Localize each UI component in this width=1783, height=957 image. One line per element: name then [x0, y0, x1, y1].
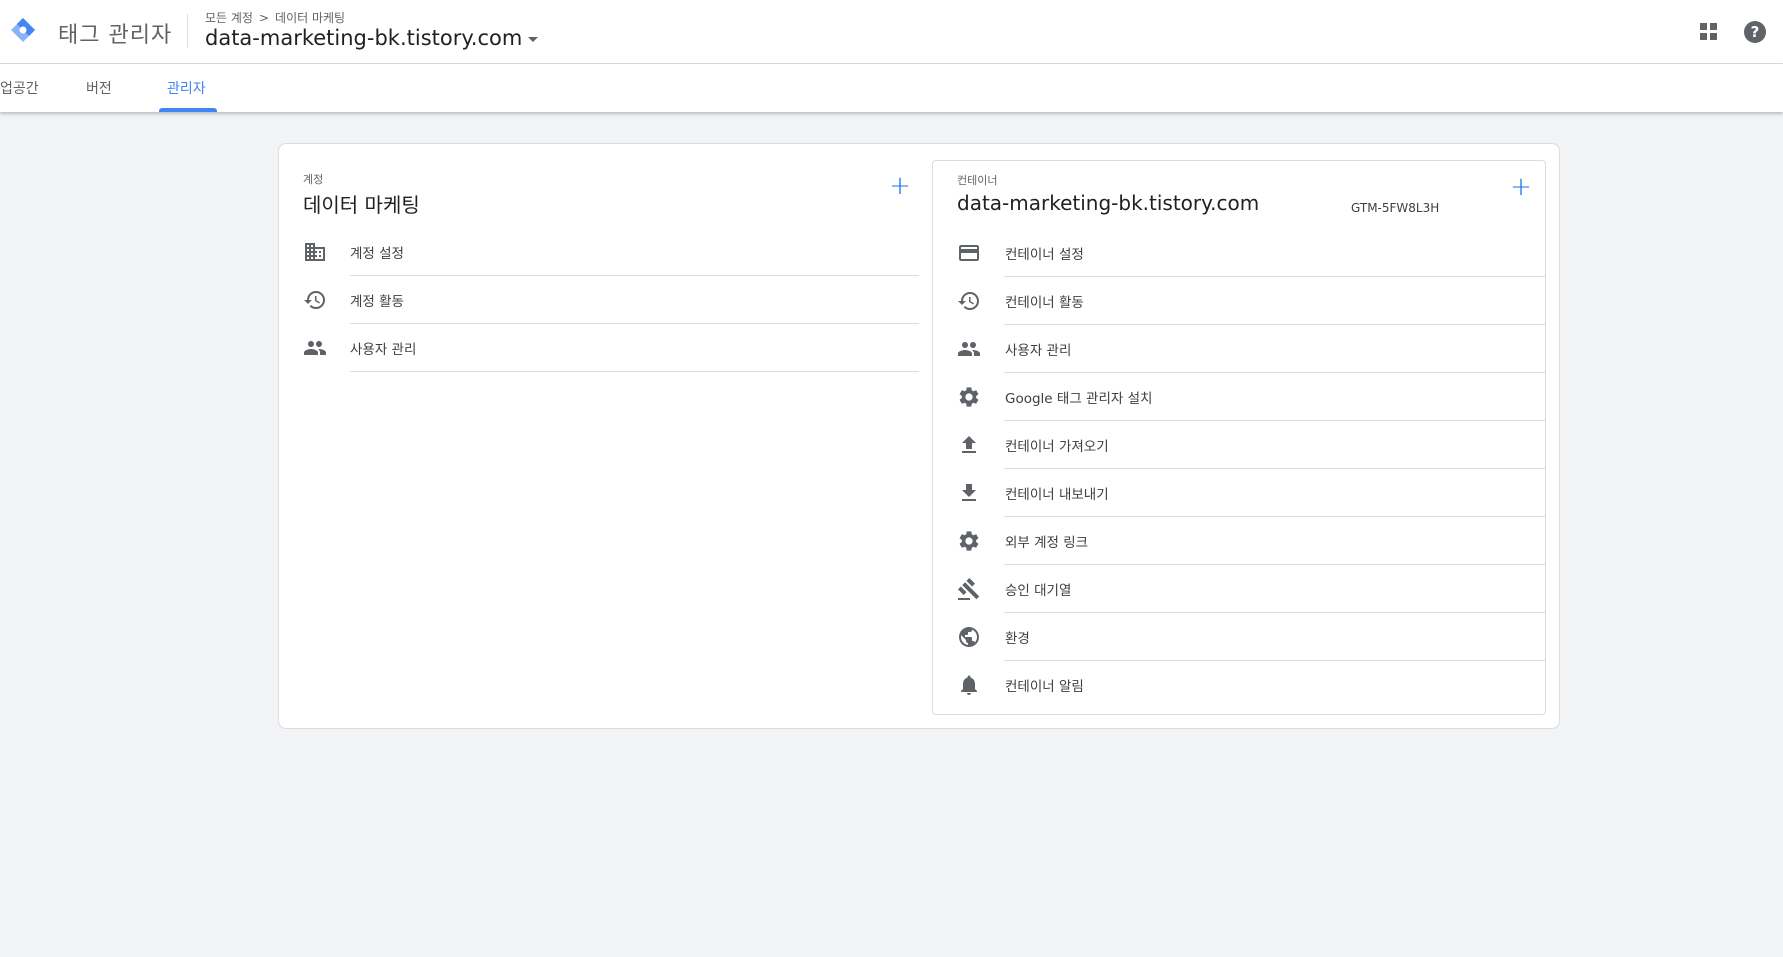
menu-item-label: 컨테이너 활동	[1005, 295, 1084, 311]
gear-icon	[957, 385, 981, 409]
breadcrumb: 모든 계정 > 데이터 마케팅	[205, 9, 345, 26]
menu-item-label: 컨테이너 설정	[1005, 247, 1084, 263]
help-icon[interactable]: ?	[1744, 21, 1766, 43]
menu-item-account-activity[interactable]: 계정 활동	[303, 276, 919, 324]
tab-versions[interactable]: 버전	[86, 78, 112, 98]
menu-item-container-user-management[interactable]: 사용자 관리	[933, 325, 1545, 373]
menu-item-approval-queue[interactable]: 승인 대기열	[933, 565, 1545, 613]
people-icon	[957, 337, 981, 361]
active-tab-indicator	[159, 108, 217, 112]
upload-icon	[957, 433, 981, 457]
apps-grid-icon[interactable]	[1700, 23, 1718, 41]
tab-admin[interactable]: 관리자	[167, 78, 206, 98]
menu-item-label: 계정 활동	[350, 294, 404, 310]
menu-item-container-settings[interactable]: 컨테이너 설정	[933, 229, 1545, 277]
building-icon	[303, 240, 327, 264]
gear-icon	[957, 529, 981, 553]
menu-item-export-container[interactable]: 컨테이너 내보내기	[933, 469, 1545, 517]
menu-item-external-account-links[interactable]: 외부 계정 링크	[933, 517, 1545, 565]
menu-item-label: 환경	[1005, 631, 1030, 647]
menu-item-user-management[interactable]: 사용자 관리	[303, 324, 919, 372]
container-column: 컨테이너 data-marketing-bk.tistory.com GTM-5…	[932, 160, 1546, 715]
menu-item-label: 사용자 관리	[1005, 343, 1072, 359]
account-section-label: 계정	[303, 173, 324, 186]
menu-item-install-gtm[interactable]: Google 태그 관리자 설치	[933, 373, 1545, 421]
container-selector[interactable]: data-marketing-bk.tistory.com	[205, 26, 539, 50]
history-icon	[303, 288, 327, 312]
menu-item-label: 컨테이너 내보내기	[1005, 487, 1109, 503]
tab-workspace[interactable]: 업공간	[0, 78, 39, 98]
container-title: data-marketing-bk.tistory.com	[957, 191, 1260, 215]
account-title: 데이터 마케팅	[303, 193, 420, 217]
container-menu: 컨테이너 설정 컨테이너 활동 사용자 관리 Google 태그 관리자 설치 …	[933, 229, 1545, 709]
container-name: data-marketing-bk.tistory.com	[205, 26, 523, 50]
breadcrumb-account[interactable]: 데이터 마케팅	[275, 9, 345, 26]
menu-item-container-activity[interactable]: 컨테이너 활동	[933, 277, 1545, 325]
add-account-button[interactable]: +	[888, 173, 912, 199]
divider	[350, 371, 919, 372]
web-window-icon	[957, 241, 981, 265]
breadcrumb-separator: >	[258, 10, 270, 25]
gavel-icon	[957, 577, 981, 601]
download-icon	[957, 481, 981, 505]
menu-item-account-settings[interactable]: 계정 설정	[303, 228, 919, 276]
menu-item-label: 외부 계정 링크	[1005, 535, 1089, 551]
container-section-label: 컨테이너	[957, 174, 998, 187]
history-icon	[957, 289, 981, 313]
menu-item-container-notifications[interactable]: 컨테이너 알림	[933, 661, 1545, 709]
account-menu: 계정 설정 계정 활동 사용자 관리	[303, 228, 919, 372]
menu-item-label: Google 태그 관리자 설치	[1005, 391, 1153, 407]
menu-item-label: 사용자 관리	[350, 342, 417, 358]
menu-item-import-container[interactable]: 컨테이너 가져오기	[933, 421, 1545, 469]
add-container-button[interactable]: +	[1509, 174, 1533, 200]
product-name[interactable]: 태그 관리자	[58, 17, 172, 49]
container-id: GTM-5FW8L3H	[1351, 201, 1440, 215]
menu-item-label: 계정 설정	[350, 246, 404, 262]
breadcrumb-all-accounts[interactable]: 모든 계정	[205, 9, 253, 26]
gtm-logo-icon[interactable]	[10, 17, 36, 43]
app-header: 태그 관리자 모든 계정 > 데이터 마케팅 data-marketing-bk…	[0, 0, 1783, 64]
help-icon-symbol: ?	[1750, 23, 1760, 41]
admin-card: 계정 데이터 마케팅 + 계정 설정 계정 활동 사용자 관리 컨테이너 dat…	[278, 143, 1560, 729]
menu-item-environments[interactable]: 환경	[933, 613, 1545, 661]
header-divider	[187, 14, 188, 48]
menu-item-label: 승인 대기열	[1005, 583, 1072, 599]
menu-item-label: 컨테이너 알림	[1005, 679, 1084, 695]
globe-icon	[957, 625, 981, 649]
tab-bar: 업공간 버전 관리자	[0, 64, 1783, 112]
chevron-down-icon	[528, 37, 539, 42]
people-icon	[303, 336, 327, 360]
bell-icon	[957, 673, 981, 697]
menu-item-label: 컨테이너 가져오기	[1005, 439, 1109, 455]
